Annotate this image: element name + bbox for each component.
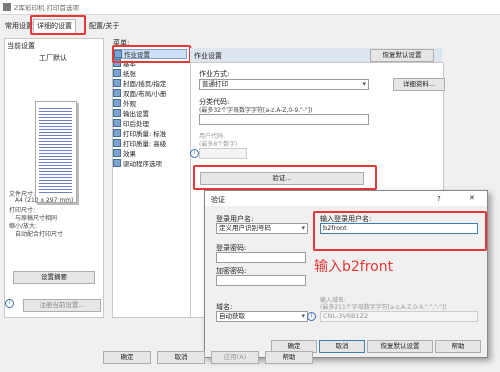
document-icon	[113, 139, 121, 147]
tree-item-quality-advanced[interactable]: 打印质量: 高级	[113, 139, 166, 148]
document-icon	[113, 159, 121, 167]
enter-domain-hint: (最多211个字母数字字符[a-z,A-Z,0-9,".","-"])	[320, 304, 447, 311]
current-settings-panel: 当前设置 工厂默认 文件尺寸: A4 (210 x 297 mm) 打印尺寸: …	[4, 38, 104, 318]
paper-preview	[35, 101, 77, 203]
current-settings-title: 当前设置	[7, 42, 35, 50]
job-mode-dropdown[interactable]: 普通打印	[199, 79, 369, 90]
tree-item-effects[interactable]: 效果	[113, 149, 136, 158]
info-icon-usercode: i	[190, 149, 199, 158]
encrypt-input[interactable]	[216, 275, 306, 286]
help-button[interactable]: 帮助	[265, 351, 313, 364]
document-icon	[113, 69, 121, 77]
job-settings-title: 作业设置	[194, 52, 222, 60]
document-icon	[113, 79, 121, 87]
password-input[interactable]	[216, 252, 306, 263]
zoom-value: 自动配合打印尺寸	[15, 231, 64, 238]
document-icon	[113, 109, 121, 117]
info-icon-left: i	[5, 299, 14, 308]
category-code-hint: (最多32个字母数字字符[a-z,A-Z,0-9,"-"])	[199, 107, 313, 114]
tab-config-about[interactable]: 配置/关于	[86, 20, 122, 33]
apply-button: 应用(A)	[211, 351, 259, 364]
menu-tree: 作业设置 基本 纸张 封面/插页/指定 双面/布局/小册 外观 输出设置 印后处…	[112, 46, 192, 318]
details-button[interactable]: 详细资料...	[393, 78, 445, 91]
tree-item-duplex[interactable]: 双面/布局/小册	[113, 89, 166, 98]
tree-item-appearance[interactable]: 外观	[113, 99, 136, 108]
user-code-hint: (最多8个数字)	[199, 141, 238, 148]
file-size-value: A4 (210 x 297 mm)	[15, 197, 74, 204]
login-user-dropdown[interactable]: 定义用户识别号码	[216, 223, 308, 234]
domain-input: CNL-3V6B1Z2	[320, 311, 478, 322]
printer-icon	[3, 3, 11, 11]
annotation-text: 输入b2front	[314, 259, 394, 275]
close-icon[interactable]: ✕	[469, 194, 475, 202]
document-icon	[113, 99, 121, 107]
ok-button[interactable]: 确定	[103, 351, 151, 364]
highlight-auth-button	[193, 165, 377, 190]
register-settings-button: 注册当前设置...	[23, 299, 101, 312]
document-icon	[113, 129, 121, 137]
document-icon	[113, 149, 121, 157]
job-mode-label: 作业方式:	[199, 70, 230, 78]
tree-item-cover[interactable]: 封面/插页/指定	[113, 79, 166, 88]
tree-item-paper[interactable]: 纸张	[113, 69, 136, 78]
tree-item-quality-standard[interactable]: 打印质量: 标准	[113, 129, 166, 138]
category-code-input[interactable]	[199, 114, 369, 125]
dialog-restore-button[interactable]: 恢复默认设置	[367, 340, 433, 353]
tree-item-driver-options[interactable]: 驱动程序选项	[113, 159, 162, 168]
document-icon	[113, 119, 121, 127]
window-title: Z库彩印机 打印首选项	[14, 4, 80, 12]
settings-summary-button[interactable]: 设置摘要	[13, 271, 95, 284]
dialog-help-button[interactable]: 帮助	[435, 340, 481, 353]
highlight-username	[313, 211, 487, 251]
info-icon-domain: i	[307, 312, 316, 321]
auth-dialog-title: 验证	[211, 196, 225, 204]
highlight-tab	[30, 15, 86, 35]
tree-item-output[interactable]: 输出设置	[113, 109, 149, 118]
cancel-button[interactable]: 取消	[157, 351, 205, 364]
tree-item-finishing[interactable]: 印后处理	[113, 119, 149, 128]
restore-defaults-button[interactable]: 恢复默认设置	[370, 49, 434, 62]
user-code-input	[199, 148, 247, 159]
document-icon	[113, 89, 121, 97]
highlight-tree-item	[112, 45, 191, 63]
domain-dropdown[interactable]: 自动获取	[216, 311, 308, 322]
window-title-bar: Z库彩印机 打印首选项	[0, 0, 500, 15]
dialog-cancel-button[interactable]: 取消	[319, 340, 365, 353]
help-icon[interactable]: ?	[437, 195, 441, 203]
paper-name: 工厂默认	[39, 54, 67, 62]
